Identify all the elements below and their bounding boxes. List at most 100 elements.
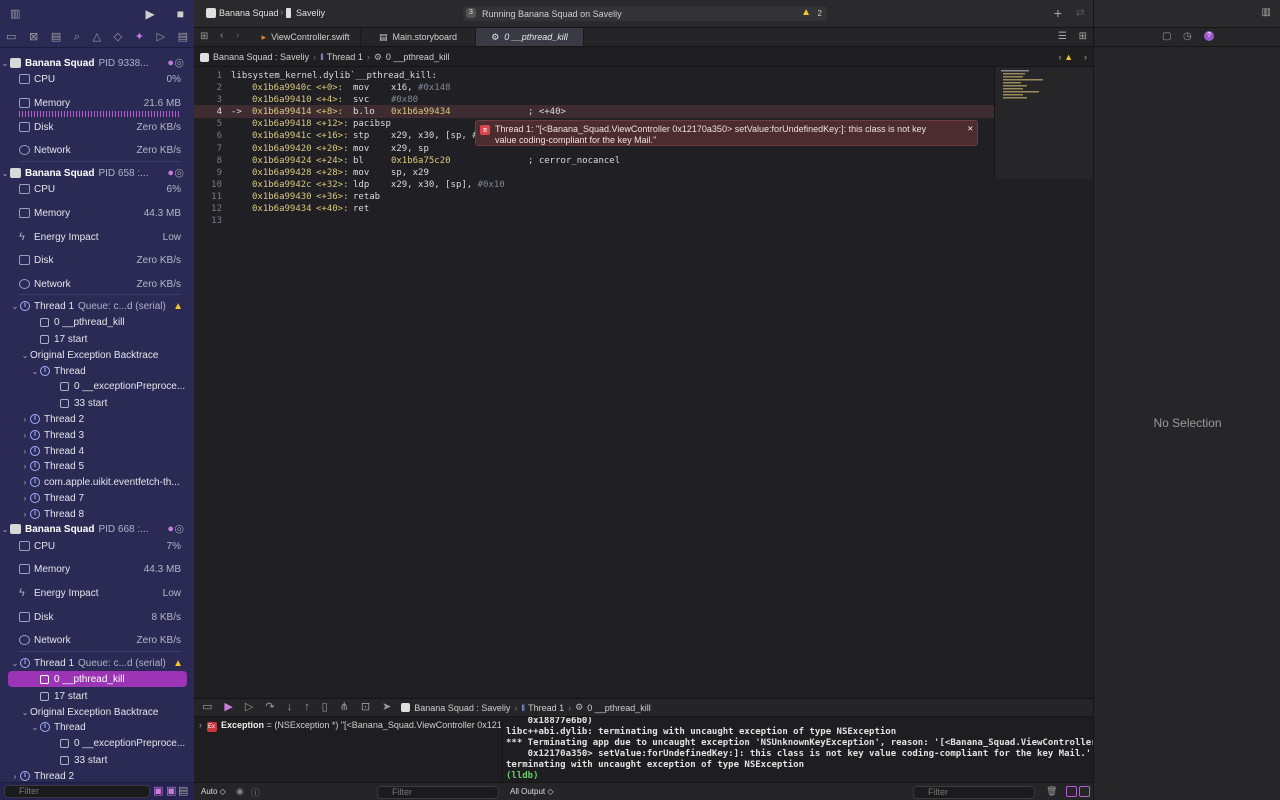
add-icon[interactable]: + (1054, 5, 1062, 21)
backtrace-row[interactable]: ⌄ Original Exception Backtrace (0, 704, 194, 720)
gauge-disk[interactable]: Disk 8 KB/s (0, 609, 194, 625)
jump-bar-item[interactable]: Banana Squad : Saveliy (213, 52, 309, 62)
debug-path-item[interactable]: 0 __pthread_kill (587, 703, 651, 713)
gauge-network[interactable]: Network Zero KB/s (0, 276, 194, 292)
location-icon[interactable]: ➤ (382, 702, 391, 713)
thread-row[interactable]: › ǁ Thread 4 (0, 443, 194, 459)
stop-icon[interactable]: ■ (177, 8, 184, 20)
view-hierarchy-icon[interactable]: ▯ (322, 702, 328, 713)
breakpoint-icon[interactable]: ▷ (157, 32, 165, 43)
swap-icon[interactable]: ⇄ (1076, 6, 1085, 19)
pause-icon[interactable]: ◎ (174, 523, 184, 535)
editor-options-icon[interactable]: ☰ (1058, 31, 1067, 42)
folder-icon[interactable]: ▭ (6, 32, 16, 43)
thread-row[interactable]: ⌄ ǁ Thread (0, 363, 194, 379)
error-annotation[interactable]: ≡ Thread 1: "[<Banana_Squad.ViewControll… (475, 120, 978, 146)
frame-row[interactable]: 0 __exceptionPreproce... (0, 735, 194, 751)
run-icon[interactable]: ▶ (146, 8, 155, 20)
help-icon[interactable]: ? (1204, 31, 1214, 41)
variable-row[interactable]: › Ex Exception = (NSException *) "[<Bana… (199, 720, 501, 732)
trash-icon[interactable]: 🗑 (1046, 786, 1057, 797)
gauge-cpu[interactable]: CPU 7% (0, 538, 194, 554)
file-inspector-icon[interactable]: ▢ (1162, 31, 1171, 42)
frame-row[interactable]: 0 __pthread_kill (0, 314, 194, 330)
frame-row[interactable]: 33 start (0, 395, 194, 411)
disclosure-chevron-icon[interactable]: › (199, 720, 202, 730)
thread-row[interactable]: ⌄ ǁ Thread (0, 719, 194, 735)
gauge-disk[interactable]: Disk Zero KB/s (0, 119, 194, 135)
environment-icon[interactable]: ⊡ (361, 702, 370, 713)
next-issue-icon[interactable]: › (1084, 52, 1087, 62)
tab-pthread-kill[interactable]: ⚙ 0 __pthread_kill (476, 28, 584, 46)
frame-row[interactable]: 17 start (0, 331, 194, 347)
tab-storyboard[interactable]: ▤ Main.storyboard (361, 28, 476, 46)
filter-option-icon[interactable]: ▣ (153, 786, 163, 797)
frame-row[interactable]: 33 start (0, 752, 194, 768)
step-into-icon[interactable]: ↓ (287, 702, 293, 713)
symbol-icon[interactable]: ▤ (51, 32, 61, 43)
line-number[interactable]: 6 (204, 130, 222, 142)
find-icon[interactable]: ⌕ (74, 32, 80, 43)
memory-graph-icon[interactable]: ⋔ (340, 702, 349, 713)
thread-row[interactable]: › ǁ com.apple.uikit.eventfetch-th... (0, 474, 194, 490)
filter-option-icon[interactable]: ▤ (178, 786, 188, 797)
warning-icon[interactable]: ▲ (801, 7, 811, 18)
step-out-icon[interactable]: ↑ (304, 702, 310, 713)
info-icon[interactable]: ⓘ (251, 786, 260, 799)
gauge-memory[interactable]: Memory 21.6 MB (0, 95, 194, 111)
inspector-toggle-icon[interactable]: ▥ (1262, 7, 1271, 18)
line-number[interactable]: 5 (204, 118, 222, 130)
process-row[interactable]: ⌄ Banana Squad PID 9338... ● ◎ (0, 55, 194, 71)
step-over-icon[interactable]: ↷ (265, 702, 274, 713)
process-row[interactable]: ⌄ Banana Squad PID 658 :... ● ◎ (0, 165, 194, 181)
gauge-network[interactable]: Network Zero KB/s (0, 142, 194, 158)
add-editor-icon[interactable]: ⊞ (1079, 31, 1087, 42)
line-number[interactable]: 10 (204, 179, 222, 191)
debug-path-item[interactable]: Banana Squad : Saveliy (414, 703, 510, 713)
line-number[interactable]: 3 (204, 94, 222, 106)
thread-row[interactable]: › ǁ Thread 5 (0, 458, 194, 474)
thread-row[interactable]: › ǁ Thread 8 (0, 506, 194, 522)
thread-row[interactable]: ⌄ ǁ Thread 1 Queue: c...d (serial) ▲ (0, 655, 194, 671)
variables-scope-select[interactable]: Auto ◇ (201, 787, 226, 796)
line-number[interactable]: 7 (204, 143, 222, 155)
gauge-memory[interactable]: Memory 44.3 MB (0, 561, 194, 577)
gauge-disk[interactable]: Disk Zero KB/s (0, 252, 194, 268)
breakpoints-toggle-icon[interactable]: ▶ (224, 702, 232, 713)
back-icon[interactable]: ‹ (220, 30, 223, 41)
forward-icon[interactable]: › (236, 30, 239, 41)
line-number[interactable]: 8 (204, 155, 222, 167)
line-number[interactable]: 12 (204, 203, 222, 215)
gauge-cpu[interactable]: CPU 6% (0, 181, 194, 197)
split-right-icon[interactable] (1079, 786, 1090, 797)
issue-icon[interactable]: △ (93, 32, 101, 43)
gauge-energy[interactable]: ϟ Energy Impact Low (0, 229, 194, 245)
eye-icon[interactable]: ◉ (236, 786, 244, 797)
source-control-icon[interactable]: ⊠ (29, 32, 38, 43)
console-filter-input[interactable]: Filter (913, 786, 1035, 799)
lldb-prompt[interactable]: (lldb) (506, 771, 539, 782)
backtrace-row[interactable]: ⌄ Original Exception Backtrace (0, 347, 194, 363)
frame-row[interactable]: 0 __exceptionPreproce... (0, 378, 194, 394)
history-inspector-icon[interactable]: ◷ (1183, 31, 1192, 42)
close-icon[interactable]: ✕ (968, 124, 973, 134)
filter-option-icon[interactable]: ▣ (166, 786, 176, 797)
line-number[interactable]: 4 (204, 106, 222, 118)
pause-icon[interactable]: ◎ (174, 57, 184, 69)
split-left-icon[interactable] (1066, 786, 1077, 797)
navigator-filter-input[interactable]: Filter (4, 785, 150, 798)
debug-path-item[interactable]: Thread 1 (528, 703, 564, 713)
tab-viewcontroller[interactable]: ▸ ViewController.swift (251, 28, 361, 46)
hide-debug-area-icon[interactable]: ▭ (202, 702, 212, 713)
thread-row[interactable]: › ǁ Thread 2 (0, 411, 194, 427)
thread-row[interactable]: › ǁ Thread 7 (0, 490, 194, 506)
issue-warning-icon[interactable]: ‹ ▲ (1059, 52, 1073, 62)
pause-icon[interactable]: ◎ (174, 167, 184, 179)
console-output-select[interactable]: All Output ◇ (510, 787, 554, 796)
frame-row[interactable]: 17 start (0, 688, 194, 704)
disassembly-editor[interactable]: 1 libsystem_kernel.dylib`__pthread_kill: … (194, 67, 1093, 697)
line-number[interactable]: 9 (204, 167, 222, 179)
device-selector[interactable]: Saveliy (296, 8, 325, 18)
jump-bar-item[interactable]: 0 __pthread_kill (386, 52, 450, 62)
gauge-energy[interactable]: ϟ Energy Impact Low (0, 585, 194, 601)
